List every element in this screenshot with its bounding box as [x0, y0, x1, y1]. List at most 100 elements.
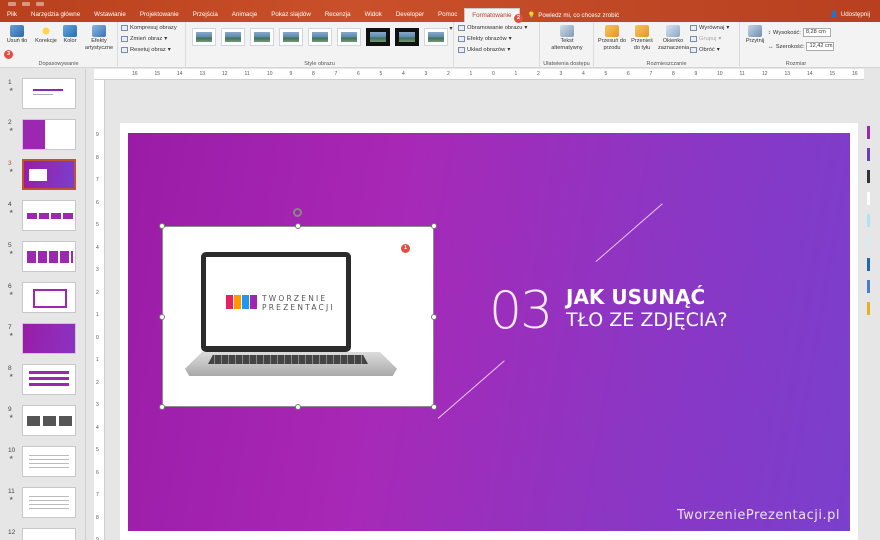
- picture-style-5[interactable]: [308, 28, 332, 46]
- slide-thumb-10[interactable]: [22, 446, 76, 477]
- width-input[interactable]: 12,42 cm: [806, 42, 835, 51]
- save-icon[interactable]: [8, 2, 16, 6]
- slide-subtitle[interactable]: TŁO ZE ZDJĘCIA?: [566, 309, 728, 331]
- slide-thumb-4[interactable]: [22, 200, 76, 231]
- picture-border-button[interactable]: Obramowanie obrazu ▾: [458, 25, 527, 31]
- tab-picture-format[interactable]: Formatowanie: [464, 8, 520, 22]
- ruler-tick-label: 3: [96, 402, 99, 408]
- slide-thumb-12[interactable]: [22, 528, 76, 540]
- resize-handle-sw[interactable]: [159, 404, 165, 410]
- palette-swatch[interactable]: [867, 280, 870, 293]
- slide-thumb-2[interactable]: [22, 119, 76, 150]
- picture-border-label: Obramowanie obrazu: [467, 25, 523, 31]
- slide-section-number[interactable]: 03: [489, 281, 553, 341]
- slide-thumb-6[interactable]: [22, 282, 76, 313]
- crop-button[interactable]: Przytnij: [744, 25, 766, 45]
- ruler-tick-label: 9: [96, 132, 99, 138]
- ruler-tick-label: 3: [424, 71, 428, 77]
- tab-review[interactable]: Recenzja: [318, 8, 358, 22]
- slide-thumb-7[interactable]: [22, 323, 76, 354]
- share-button[interactable]: 👤 Udostępnij: [830, 8, 870, 22]
- rotate-button[interactable]: Obróć ▾: [690, 47, 720, 53]
- brand-logo-line-2: PREZENTACJI: [262, 303, 335, 312]
- picture-style-1[interactable]: [192, 28, 216, 46]
- change-picture-button[interactable]: Zmień obraz ▾: [121, 36, 167, 42]
- resize-handle-nw[interactable]: [159, 223, 165, 229]
- palette-swatch[interactable]: [867, 148, 870, 161]
- thumb-number: 1: [8, 79, 12, 86]
- picture-style-3[interactable]: [250, 28, 274, 46]
- artistic-effects-button[interactable]: Efekty artystyczne: [82, 25, 116, 51]
- palette-swatch[interactable]: [867, 126, 870, 139]
- color-icon: [63, 25, 77, 37]
- tab-file[interactable]: Plik: [0, 8, 24, 22]
- undo-icon[interactable]: [22, 2, 30, 6]
- tab-insert[interactable]: Wstawianie: [87, 8, 133, 22]
- rotate-icon: [690, 47, 697, 53]
- tab-developer[interactable]: Developer: [389, 8, 431, 22]
- group-adjust-small: Kompresuj obrazy Zmień obraz ▾ Resetuj ob…: [118, 22, 186, 68]
- compress-pictures-button[interactable]: Kompresuj obrazy: [121, 25, 177, 31]
- slide-thumb-5[interactable]: [22, 241, 76, 272]
- picture-style-7[interactable]: [366, 28, 390, 46]
- resize-handle-ne[interactable]: [431, 223, 437, 229]
- picture-style-9[interactable]: [424, 28, 448, 46]
- group-accessibility: Tekst alternatywny Ułatwienia dostępu: [540, 22, 594, 68]
- palette-swatch[interactable]: [867, 192, 870, 205]
- group-button[interactable]: Grupuj ▾: [690, 36, 721, 42]
- reset-picture-button[interactable]: Resetuj obraz ▾: [121, 47, 171, 53]
- width-field: ↔ Szerokość: 12,42 cm: [768, 42, 835, 51]
- person-icon: 👤: [830, 11, 838, 18]
- palette-swatch[interactable]: [867, 236, 870, 249]
- color-button[interactable]: Kolor: [59, 25, 81, 45]
- tab-design[interactable]: Projektowanie: [133, 8, 186, 22]
- tab-slideshow[interactable]: Pokaz slajdów: [264, 8, 318, 22]
- tell-me-search[interactable]: 💡 Powiedz mi, co chcesz zrobić: [528, 11, 620, 20]
- selected-picture[interactable]: TWORZENIE PREZENTACJI 1: [162, 226, 434, 407]
- resize-handle-s[interactable]: [295, 404, 301, 410]
- step-badge-3: 3: [4, 50, 13, 59]
- picture-style-6[interactable]: [337, 28, 361, 46]
- picture-style-2[interactable]: [221, 28, 245, 46]
- tab-transitions[interactable]: Przejścia: [186, 8, 225, 22]
- slide-thumb-9[interactable]: [22, 405, 76, 436]
- palette-swatch[interactable]: [867, 302, 870, 315]
- slide-thumb-11[interactable]: [22, 487, 76, 518]
- palette-swatch[interactable]: [867, 214, 870, 227]
- height-input[interactable]: 8,28 cm: [802, 28, 831, 37]
- corrections-button[interactable]: Korekcje: [33, 25, 59, 45]
- resize-handle-se[interactable]: [431, 404, 437, 410]
- slide-thumb-1[interactable]: [22, 78, 76, 109]
- thumb-number: 9: [8, 406, 12, 413]
- palette-swatch[interactable]: [867, 258, 870, 271]
- ruler-tick-label: 4: [96, 244, 99, 251]
- picture-effects-button[interactable]: Efekty obrazów ▾: [458, 36, 512, 42]
- resize-handle-w[interactable]: [159, 314, 165, 320]
- ruler-tick-label: 6: [627, 71, 630, 77]
- send-backward-button[interactable]: Przenieś do tyłu: [628, 25, 656, 51]
- tab-help[interactable]: Pomoc: [431, 8, 464, 22]
- picture-layout-button[interactable]: Układ obrazów ▾: [458, 47, 510, 53]
- redo-icon[interactable]: [36, 2, 44, 6]
- palette-swatch[interactable]: [867, 170, 870, 183]
- picture-style-4[interactable]: [279, 28, 303, 46]
- rotate-handle[interactable]: [293, 208, 302, 217]
- send-backward-icon: [635, 25, 649, 37]
- remove-background-label: Usuń tło: [6, 38, 28, 44]
- tab-home[interactable]: Narzędzia główne: [24, 8, 87, 22]
- picture-style-8[interactable]: [395, 28, 419, 46]
- resize-handle-n[interactable]: [295, 223, 301, 229]
- slide-title[interactable]: JAK USUNĄĆ: [566, 285, 705, 309]
- tab-animations[interactable]: Animacje: [225, 8, 264, 22]
- ruler-tick-label: 0: [96, 334, 99, 341]
- remove-background-button[interactable]: Usuń tło: [6, 25, 28, 45]
- current-slide[interactable]: 03 JAK USUNĄĆ TŁO ZE ZDJĘCIA? TworzenieP…: [128, 133, 850, 531]
- slide-thumb-3[interactable]: [22, 159, 76, 190]
- selection-pane-button[interactable]: Okienko zaznaczenia: [658, 25, 689, 51]
- slide-thumb-8[interactable]: [22, 364, 76, 395]
- alt-text-button[interactable]: Tekst alternatywny: [546, 25, 588, 51]
- tab-view[interactable]: Widok: [358, 8, 389, 22]
- align-button[interactable]: Wyrównaj ▾: [690, 25, 729, 31]
- resize-handle-e[interactable]: [431, 314, 437, 320]
- bring-forward-button[interactable]: Przesuń do przodu: [597, 25, 627, 51]
